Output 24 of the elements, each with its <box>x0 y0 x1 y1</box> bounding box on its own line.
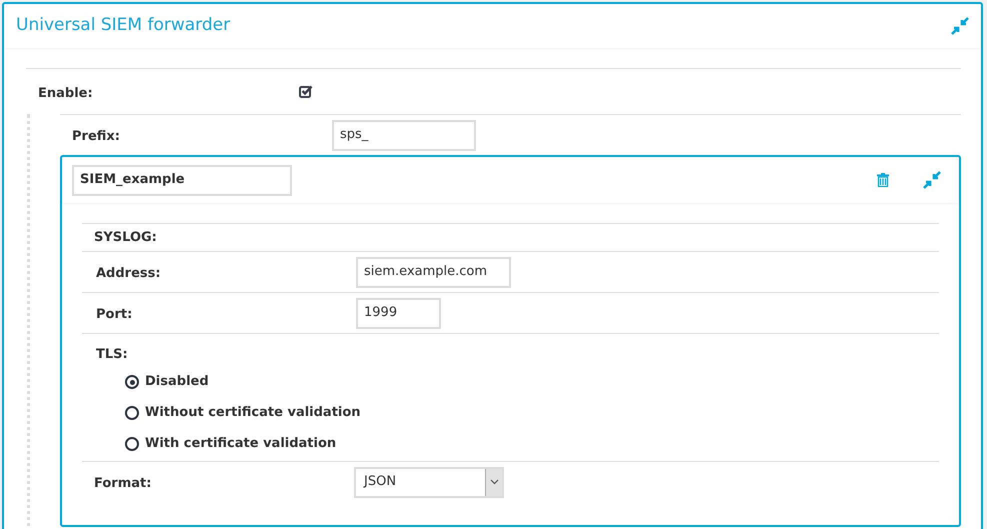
checkbox[interactable] <box>299 84 313 98</box>
trash-icon[interactable] <box>877 173 889 187</box>
radio-label: Without certificate validation <box>145 404 361 422</box>
chevron-down-icon <box>490 479 498 485</box>
field-label: TLS: <box>96 347 128 362</box>
radio-label: Disabled <box>145 373 209 392</box>
format-dropdown[interactable]: JSON <box>354 466 504 498</box>
radio-button[interactable] <box>125 375 139 389</box>
radio-button[interactable] <box>125 406 139 420</box>
text-field[interactable]: siem.example.com <box>356 256 511 288</box>
radio-button[interactable] <box>125 437 139 451</box>
field-label: Enable: <box>38 86 93 100</box>
field-label: Format: <box>94 476 152 491</box>
field-label: Address: <box>96 266 161 281</box>
collapse-icon[interactable] <box>951 17 969 35</box>
field-label: Prefix: <box>72 129 120 144</box>
radio-label: With certificate validation <box>145 435 336 454</box>
text-field[interactable]: sps_ <box>332 120 476 150</box>
field-label: SYSLOG: <box>94 228 157 247</box>
text-field[interactable]: SIEM_example <box>72 164 292 196</box>
panel-title: Universal SIEM forwarder <box>16 14 230 38</box>
collapse-icon[interactable] <box>923 171 941 189</box>
text-field[interactable]: 1999 <box>356 298 441 328</box>
field-label: Port: <box>96 307 132 322</box>
